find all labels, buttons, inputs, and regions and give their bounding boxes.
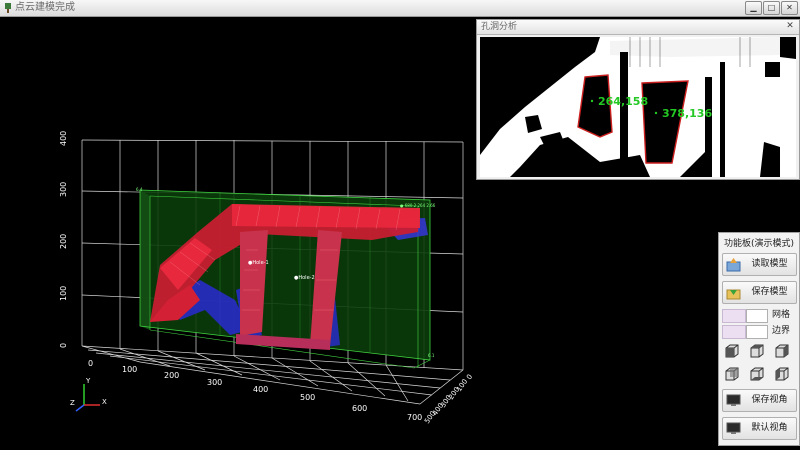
box-corner-label-top: 6.4 [136,187,143,192]
box-corner-coords: ● 680.2 264 2.66 [400,203,436,208]
maximize-button[interactable]: □ [763,1,780,15]
x-tick: 300 [207,378,222,387]
monitor-icon [726,422,741,434]
app-icon [5,3,11,13]
z-tick: 0 [465,373,474,381]
x-tick: 0 [88,359,93,368]
x-tick: 200 [164,371,179,380]
y-axis-ticks: 0 100 200 300 400 [59,131,68,348]
grid-color-swatch[interactable] [722,309,746,323]
border-toggle-label: 边界 [772,326,791,336]
hole-coord-1: 264,158 [598,95,648,108]
y-tick: 200 [59,234,68,249]
save-model-button[interactable]: 保存模型 [722,281,797,304]
hole-analysis-close-button[interactable]: ✕ [784,21,796,32]
axis-x-letter: X [102,398,107,406]
border-color-swatch[interactable] [722,325,746,339]
axis-y-letter: Y [85,377,91,385]
function-panel-title: 功能板(演示模式) [723,239,795,249]
close-button[interactable]: ✕ [781,1,798,15]
y-tick: 0 [59,343,68,348]
window-titlebar: 点云建模完成 ▁ □ ✕ [0,0,800,17]
z-axis-ticks: 0 100 200 300 400 500 [423,373,474,425]
cube-front-view-icon[interactable] [724,343,740,359]
grid-toggle[interactable]: 网格 [722,309,796,323]
cube-back-view-icon[interactable] [724,366,740,382]
grid-toggle-label: 网格 [772,310,791,320]
save-model-icon [726,289,741,300]
x-tick: 500 [300,393,315,402]
x-tick: 700 [407,413,422,422]
y-tick: 400 [59,131,68,146]
border-toggle[interactable]: 边界 [722,325,796,339]
cube-left-view-icon[interactable] [774,366,790,382]
hole-analysis-window[interactable]: 孔洞分析 ✕ 264,158 378,136 [476,19,800,180]
load-model-label: 读取模型 [751,259,788,269]
border-toggle-box[interactable] [746,325,768,339]
hole-label-1: ●Hole-1 [248,260,269,266]
box-corner-label-bottom: 6.1 [428,353,435,358]
hole-label-2: ●Hole-2 [294,275,315,281]
load-model-icon [726,258,741,272]
x-tick: 600 [352,404,367,413]
cube-right-view-icon[interactable] [774,343,790,359]
save-view-button[interactable]: 保存视角 [722,389,797,412]
axis-z-letter: Z [70,399,75,407]
y-tick: 100 [59,286,68,301]
x-axis-ticks: 0 100 200 300 400 500 600 700 [88,359,422,422]
hole-coord-2: 378,136 [662,107,712,120]
grid-toggle-box[interactable] [746,309,768,323]
hole-analysis-image: 264,158 378,136 [480,37,796,177]
function-panel: 功能板(演示模式) 读取模型 保存模型 网格 边界 保存视角 默认视角 [718,232,800,446]
save-model-label: 保存模型 [751,287,788,297]
cube-top-view-icon[interactable] [749,343,765,359]
default-view-label: 默认视角 [751,423,788,433]
x-tick: 100 [122,365,137,374]
monitor-icon [726,394,741,406]
axis-triad: Y X Z [70,377,107,412]
hole-analysis-title: 孔洞分析 ✕ [477,20,799,35]
minimize-button[interactable]: ▁ [745,1,762,15]
default-view-button[interactable]: 默认视角 [722,417,797,440]
y-tick: 300 [59,182,68,197]
save-view-label: 保存视角 [751,395,788,405]
x-tick: 400 [253,385,268,394]
load-model-button[interactable]: 读取模型 [722,253,797,276]
window-title: 点云建模完成 [15,2,75,13]
cube-bottom-view-icon[interactable] [749,366,765,382]
